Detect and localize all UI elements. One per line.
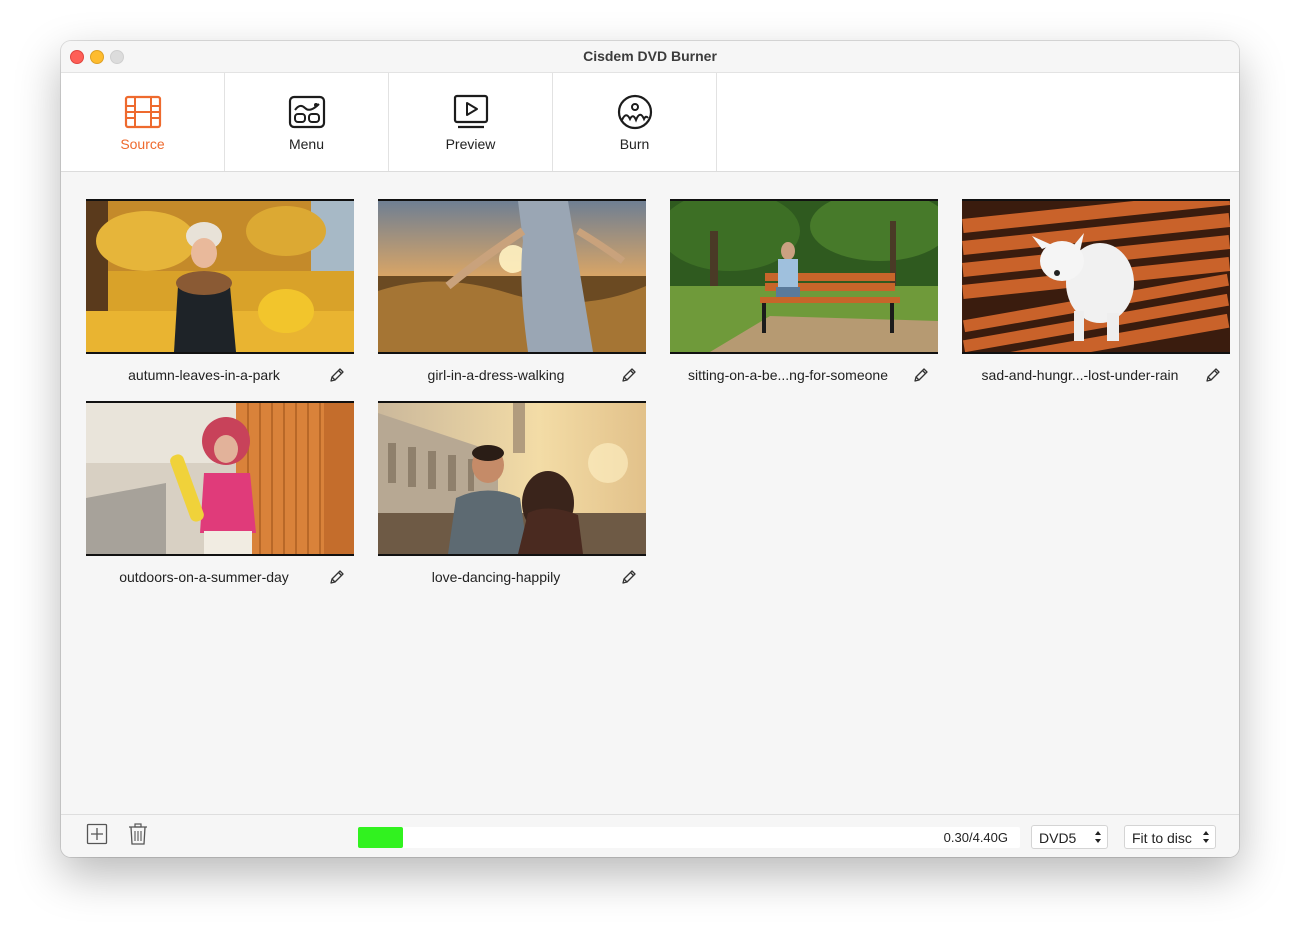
video-name: girl-in-a-dress-walking [427, 367, 565, 383]
video-card[interactable]: sitting-on-a-be...ng-for-someone [670, 199, 938, 388]
capacity-fill [358, 827, 404, 848]
video-thumbnail[interactable] [86, 401, 354, 556]
video-thumbnail[interactable] [962, 199, 1230, 354]
video-card[interactable]: girl-in-a-dress-walking [378, 199, 646, 388]
plus-square-icon[interactable] [86, 823, 108, 845]
capacity-text: 0.30/4.40G [943, 830, 1008, 845]
tab-burn[interactable]: Burn [553, 73, 717, 171]
video-card[interactable]: autumn-leaves-in-a-park [86, 199, 354, 388]
video-thumbnail[interactable] [86, 199, 354, 354]
app-window: Cisdem DVD Burner Source Menu Preview Bu… [61, 41, 1239, 857]
pencil-edit-icon[interactable] [328, 568, 346, 586]
disc-type-value: DVD5 [1039, 830, 1077, 846]
updown-arrows-icon [1203, 831, 1209, 843]
tab-menu[interactable]: Menu [225, 73, 389, 171]
tab-burn-label: Burn [619, 136, 650, 152]
source-grid: autumn-leaves-in-a-park girl-in-a-dress-… [61, 172, 1239, 814]
video-thumbnail[interactable] [378, 199, 646, 354]
video-name: outdoors-on-a-summer-day [119, 569, 289, 585]
pencil-edit-icon[interactable] [620, 366, 638, 384]
video-card[interactable]: sad-and-hungr...-lost-under-rain [962, 199, 1230, 388]
tab-preview-label: Preview [445, 136, 496, 152]
quality-select[interactable]: Fit to disc [1124, 825, 1216, 849]
video-name: autumn-leaves-in-a-park [128, 367, 280, 383]
video-card[interactable]: outdoors-on-a-summer-day [86, 401, 354, 590]
video-thumbnail[interactable] [378, 401, 646, 556]
play-screen-icon [453, 94, 489, 129]
tab-preview[interactable]: Preview [389, 73, 553, 171]
video-name: sad-and-hungr...-lost-under-rain [981, 367, 1179, 383]
tab-source-label: Source [120, 136, 165, 152]
pencil-edit-icon[interactable] [328, 366, 346, 384]
disc-capacity-bar: 0.30/4.40G [358, 827, 1020, 848]
tab-source[interactable]: Source [61, 73, 225, 171]
bottom-bar: 0.30/4.40G DVD5 Fit to disc [61, 814, 1239, 857]
updown-arrows-icon [1095, 831, 1101, 843]
video-name: love-dancing-happily [431, 569, 561, 585]
video-card[interactable]: love-dancing-happily [378, 401, 646, 590]
disc-burn-icon [617, 94, 653, 130]
window-title: Cisdem DVD Burner [583, 48, 717, 64]
quality-value: Fit to disc [1132, 830, 1192, 846]
menu-layout-icon [288, 95, 326, 129]
trash-icon[interactable] [127, 823, 149, 845]
video-thumbnail[interactable] [670, 199, 938, 354]
pencil-edit-icon[interactable] [912, 366, 930, 384]
pencil-edit-icon[interactable] [620, 568, 638, 586]
video-name: sitting-on-a-be...ng-for-someone [688, 367, 888, 383]
title-bar: Cisdem DVD Burner [61, 41, 1239, 73]
tab-menu-label: Menu [288, 136, 325, 152]
main-toolbar: Source Menu Preview Burn [61, 73, 1239, 172]
film-icon [124, 95, 162, 129]
pencil-edit-icon[interactable] [1204, 366, 1222, 384]
disc-type-select[interactable]: DVD5 [1031, 825, 1108, 849]
